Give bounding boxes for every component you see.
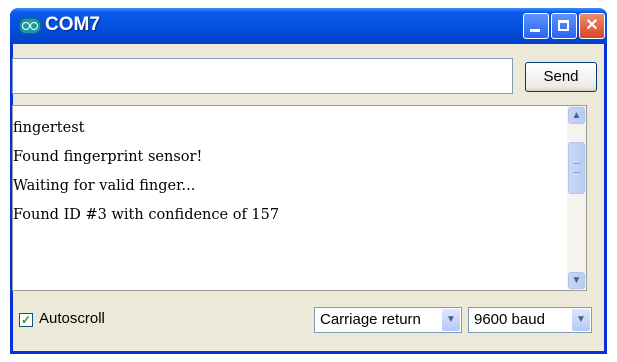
line-ending-select[interactable]: Carriage return ▼ [314, 307, 462, 333]
line-ending-value: Carriage return [320, 311, 421, 328]
output-lines: fingertest Found fingerprint sensor! Wai… [13, 114, 279, 230]
vertical-scrollbar[interactable]: ▲ ▼ [567, 106, 586, 290]
output-line: fingertest [13, 120, 85, 136]
output-line: Found ID #3 with confidence of 157 [13, 207, 280, 223]
close-icon: ✕ [585, 17, 599, 34]
maximize-button[interactable] [551, 13, 577, 39]
baud-rate-select[interactable]: 9600 baud ▼ [468, 307, 592, 333]
checkmark-icon: ✓ [20, 313, 32, 327]
autoscroll-checkbox[interactable]: ✓ [19, 313, 33, 327]
minimize-icon [524, 14, 548, 38]
autoscroll-label: Autoscroll [39, 310, 105, 327]
scroll-down-button[interactable]: ▼ [568, 272, 585, 289]
serial-output[interactable]: fingertest Found fingerprint sensor! Wai… [12, 105, 587, 291]
send-button[interactable]: Send [525, 62, 597, 92]
minimize-button[interactable] [523, 13, 549, 39]
window-title: COM7 [45, 14, 100, 35]
maximize-icon [552, 14, 576, 38]
output-line: Found fingerprint sensor! [13, 149, 203, 165]
close-button[interactable]: ✕ [579, 13, 605, 39]
scroll-up-button[interactable]: ▲ [568, 107, 585, 124]
output-line: Waiting for valid finger... [13, 178, 196, 194]
arduino-icon [19, 18, 41, 34]
title-bar[interactable]: COM7 ✕ [10, 8, 607, 44]
chevron-down-icon[interactable]: ▼ [572, 309, 590, 331]
serial-input[interactable] [12, 58, 513, 94]
scroll-thumb[interactable] [568, 142, 585, 194]
chevron-down-icon[interactable]: ▼ [442, 309, 460, 331]
baud-rate-value: 9600 baud [474, 311, 545, 328]
